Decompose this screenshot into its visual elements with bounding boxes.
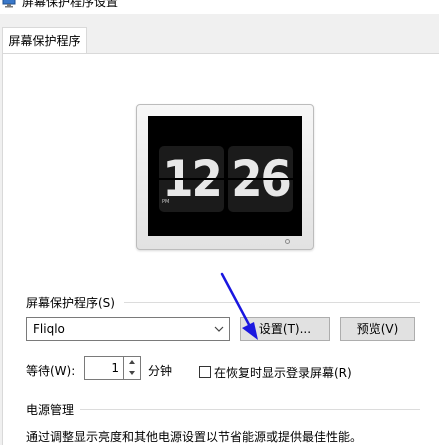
flip-card-hour: 12 PM [159, 146, 224, 212]
screensaver-selected: Fliqlo [33, 322, 65, 336]
power-group-divider [80, 409, 420, 410]
annotation-arrow-icon [220, 272, 258, 340]
power-group-label: 电源管理 [26, 403, 75, 417]
flip-card-minute: 26 [228, 146, 293, 212]
screensaver-group-label: 屏幕保护程序(S) [26, 296, 115, 310]
minutes-label: 分钟 [148, 364, 173, 378]
resume-logon-checkbox[interactable] [199, 366, 211, 378]
monitor-power-indicator [285, 239, 290, 244]
window-title: 屏幕保护程序设置 [22, 0, 119, 9]
tab-screensaver[interactable]: 屏幕保护程序 [2, 27, 87, 53]
preview-ampm: PM [162, 199, 170, 205]
screensaver-dropdown[interactable]: Fliqlo [26, 317, 230, 341]
resume-logon-label[interactable]: 在恢复时显示登录屏幕(R) [214, 364, 352, 381]
spin-up-icon[interactable] [124, 357, 140, 368]
wait-minutes-spinner[interactable] [124, 356, 141, 380]
spin-down-icon[interactable] [124, 368, 140, 379]
preview-button[interactable]: 预览(V) [340, 317, 415, 341]
title-bar: 屏幕保护程序设置 [0, 0, 439, 14]
wait-label: 等待(W): [26, 364, 76, 378]
wait-minutes-input[interactable]: 1 [84, 356, 124, 380]
preview-screen: 12 PM 26 [148, 116, 302, 236]
monitor-preview: 12 PM 26 [136, 104, 314, 250]
monitor-icon [2, 0, 16, 8]
power-description: 通过调整显示亮度和其他电源设置以节省能源或提供最佳性能。 [26, 430, 363, 444]
screensaver-group-divider [124, 302, 420, 303]
